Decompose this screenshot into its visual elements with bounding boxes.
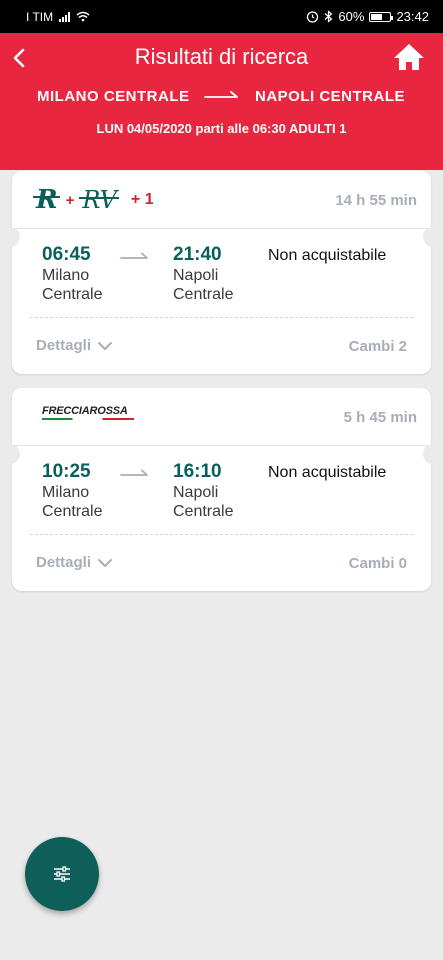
alarm-icon	[307, 11, 319, 23]
regionale-veloce-logo: RV	[79, 186, 119, 214]
arrival-station: Napoli Centrale	[173, 267, 234, 303]
arrival: 21:40 Napoli Centrale	[173, 244, 233, 304]
result-card[interactable]: R + RV + 1 14 h 55 min 06:45 Milano Centr…	[10, 171, 433, 374]
departure-time: 06:45	[42, 244, 91, 265]
regionale-logo: R	[33, 185, 60, 215]
filter-sliders-icon	[54, 866, 70, 882]
frecciarossa-logo: FRECCIAROSSA	[42, 406, 134, 420]
origin-station: MILANO CENTRALE	[37, 88, 190, 105]
battery-percent: 60%	[338, 9, 365, 24]
schedule: 06:45 Milano Centrale 21:40 Napoli Central…	[12, 244, 431, 312]
details-toggle[interactable]: Dettagli	[36, 337, 113, 354]
departure: 10:25 Milano Centrale	[42, 461, 102, 521]
chevron-down-icon	[98, 558, 113, 567]
train-type-logos: R + RV + 1	[33, 185, 154, 215]
extra-trains-badge: + 1	[130, 191, 154, 208]
wifi-icon	[76, 11, 90, 22]
result-card[interactable]: FRECCIAROSSA 5 h 45 min 10:25 Milano Cent…	[10, 388, 433, 591]
departure: 06:45 Milano Centrale	[42, 244, 102, 304]
page-title: Risultati di ricerca	[134, 44, 309, 69]
filter-button[interactable]	[25, 837, 99, 911]
route-arrow-icon	[204, 90, 239, 98]
home-icon	[394, 44, 424, 70]
trip-duration: 14 h 55 min	[335, 192, 417, 209]
details-label: Dettagli	[36, 337, 92, 354]
changes-count: Cambi 0	[348, 555, 407, 572]
arrival-station: Napoli Centrale	[173, 484, 234, 520]
card-header: R + RV + 1 14 h 55 min	[12, 171, 431, 229]
signal-icon	[59, 11, 71, 22]
search-header: Risultati di ricerca MILANO CENTRALE NAP…	[0, 33, 443, 170]
arrow-right-icon	[120, 469, 148, 476]
changes-count: Cambi 2	[348, 338, 407, 355]
departure-station: Milano Centrale	[42, 484, 103, 520]
chevron-down-icon	[98, 341, 113, 350]
details-label: Dettagli	[36, 554, 92, 571]
divider	[30, 534, 413, 535]
departure-station: Milano Centrale	[42, 267, 103, 303]
destination-station: NAPOLI CENTRALE	[255, 88, 405, 105]
arrival-time: 16:10	[173, 461, 222, 482]
arrow-right-icon	[120, 252, 148, 259]
battery-icon	[369, 11, 394, 22]
departure-time: 10:25	[42, 461, 91, 482]
details-toggle[interactable]: Dettagli	[36, 554, 113, 571]
home-button[interactable]	[393, 42, 425, 72]
bluetooth-icon	[325, 10, 333, 23]
arrival: 16:10 Napoli Centrale	[173, 461, 233, 521]
schedule: 10:25 Milano Centrale 16:10 Napoli Central…	[12, 461, 431, 529]
divider	[30, 317, 413, 318]
arrival-time: 21:40	[173, 244, 222, 265]
carrier-label: I TIM	[26, 9, 54, 24]
clock: 23:42	[396, 9, 429, 24]
search-info: LUN 04/05/2020 parti alle 06:30 ADULTI 1	[96, 121, 347, 136]
plus-sign: +	[65, 191, 75, 209]
status-bar: I TIM 60% 23:42	[0, 0, 443, 33]
trip-duration: 5 h 45 min	[343, 409, 417, 426]
route: MILANO CENTRALE NAPOLI CENTRALE	[37, 88, 405, 105]
purchase-status: Non acquistabile	[268, 464, 387, 481]
purchase-status: Non acquistabile	[268, 247, 387, 264]
card-header: FRECCIAROSSA 5 h 45 min	[12, 388, 431, 446]
